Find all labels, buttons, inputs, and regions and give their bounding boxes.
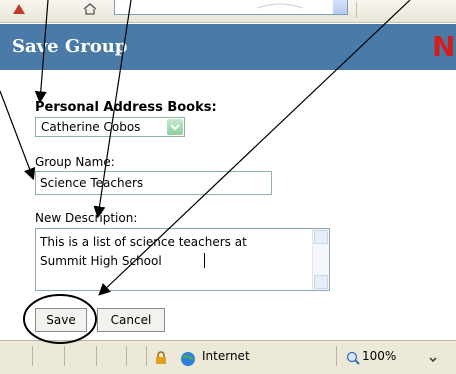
annotation-overlay bbox=[0, 0, 411, 344]
annotation-arrow bbox=[93, 0, 132, 219]
annotation-arrow bbox=[0, 90, 36, 181]
annotation-arrow bbox=[98, 0, 411, 296]
annotation-arrow bbox=[34, 0, 49, 104]
annotation-circle bbox=[23, 294, 97, 344]
